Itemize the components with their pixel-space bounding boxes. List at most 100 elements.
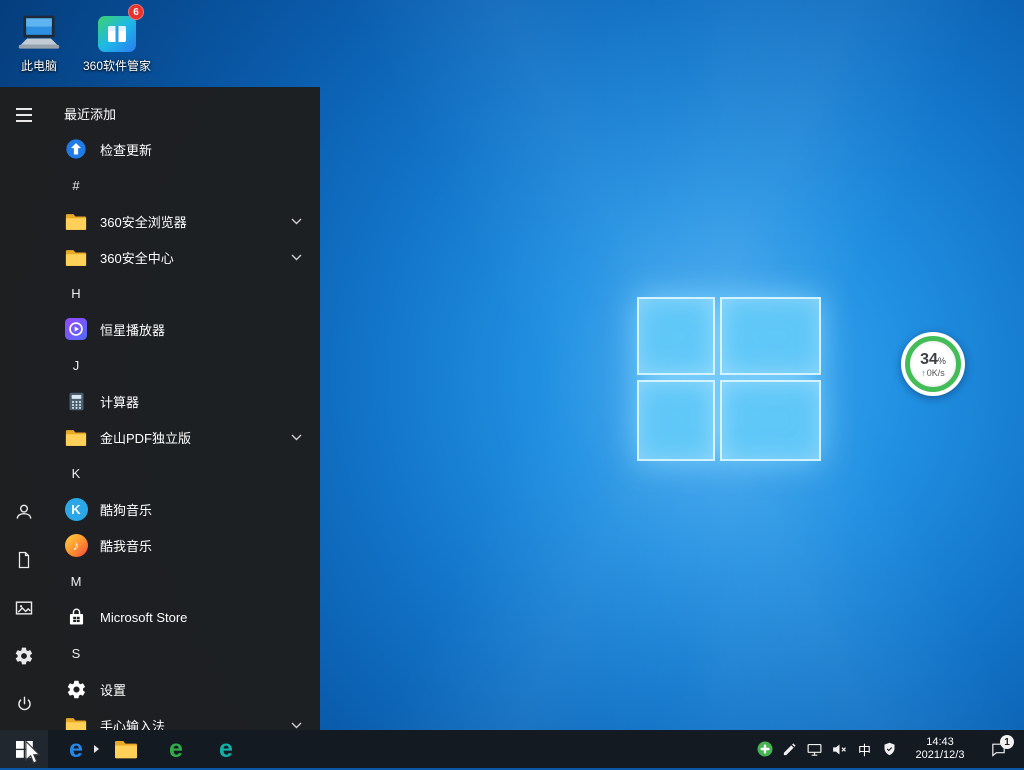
calculator-icon: [64, 389, 88, 413]
start-menu-item-kugou-music[interactable]: K 酷狗音乐: [48, 491, 320, 527]
start-menu-section-hash[interactable]: #: [48, 167, 320, 203]
folder-icon: [64, 713, 88, 730]
start-menu-app-list: 最近添加 检查更新 # 360安全浏览器 360安: [48, 87, 320, 730]
start-menu-item-calculator[interactable]: 计算器: [48, 383, 320, 419]
upload-arrow-icon: ↑: [921, 368, 926, 378]
start-menu-item-label: 恒星播放器: [100, 320, 165, 339]
user-account-button[interactable]: [0, 488, 48, 536]
action-center-button[interactable]: 1: [978, 730, 1018, 768]
start-menu-item-label: 手心输入法: [100, 716, 165, 731]
recently-added-header: 最近添加: [48, 95, 320, 131]
desktop-icon-label: 此电脑: [21, 59, 57, 73]
folder-icon: [64, 245, 88, 269]
folder-icon: [64, 209, 88, 233]
start-menu-item-hengxing-player[interactable]: 恒星播放器: [48, 311, 320, 347]
tray-360-safe-button[interactable]: [752, 730, 777, 768]
microsoft-store-icon: [64, 605, 88, 629]
windows-logo-pane: [720, 297, 821, 375]
hamburger-icon: [16, 108, 32, 122]
start-menu-section-k[interactable]: K: [48, 455, 320, 491]
user-icon: [14, 502, 34, 522]
this-pc-icon: [16, 10, 62, 56]
tray-volume-button[interactable]: [827, 730, 852, 768]
documents-button[interactable]: [0, 536, 48, 584]
start-menu-item-check-updates[interactable]: 检查更新: [48, 131, 320, 167]
taskbar-clock[interactable]: 14:43 2021/12/3: [902, 730, 978, 768]
taskbar-jumplist-arrow-icon: [94, 745, 99, 753]
folder-icon: [64, 425, 88, 449]
update-icon: [64, 137, 88, 161]
start-menu-item-360-browser[interactable]: 360安全浏览器: [48, 203, 320, 239]
section-letter: H: [64, 286, 88, 301]
power-icon: [15, 695, 34, 714]
desktop-icon-label: 360软件管家: [83, 59, 151, 73]
gear-icon: [14, 646, 34, 666]
pen-icon: [782, 742, 797, 757]
volume-muted-icon: [831, 741, 848, 758]
start-menu-rail: [0, 87, 48, 730]
network-speed: ↑0K/s: [921, 368, 945, 378]
start-menu-section-h[interactable]: H: [48, 275, 320, 311]
settings-button[interactable]: [0, 632, 48, 680]
start-menu-item-label: 酷狗音乐: [100, 500, 152, 519]
section-letter: M: [64, 574, 88, 589]
folder-icon: [114, 739, 138, 759]
start-menu-item-label: 酷我音乐: [100, 536, 152, 555]
360-safe-icon: [757, 741, 773, 757]
windows-start-icon: [16, 741, 33, 758]
start-menu-rail-bottom: [0, 488, 48, 728]
chevron-down-icon: [291, 218, 302, 225]
taskbar-file-explorer-button[interactable]: [101, 730, 151, 768]
start-menu-item-kingsoft-pdf[interactable]: 金山PDF独立版: [48, 419, 320, 455]
pictures-icon: [14, 598, 34, 618]
section-letter: S: [64, 646, 88, 661]
memory-usage: 34%: [920, 351, 946, 369]
desktop-icon-360-software-manager[interactable]: 6 360软件管家: [78, 10, 156, 73]
start-menu-section-s[interactable]: S: [48, 635, 320, 671]
tray-defender-button[interactable]: [877, 730, 902, 768]
360-speed-ball[interactable]: 34% ↑0K/s: [901, 332, 965, 396]
power-button[interactable]: [0, 680, 48, 728]
start-menu-item-label: 360安全中心: [100, 248, 174, 267]
section-letter: J: [64, 358, 88, 373]
start-menu-item-settings[interactable]: 设置: [48, 671, 320, 707]
tray-ime-button[interactable]: 中: [852, 730, 877, 768]
start-menu-item-microsoft-store[interactable]: Microsoft Store: [48, 599, 320, 635]
system-tray: 中 14:43 2021/12/3 1: [752, 730, 1024, 768]
kugou-music-icon: K: [64, 497, 88, 521]
network-icon: [806, 741, 823, 758]
start-menu-item-label: 金山PDF独立版: [100, 428, 191, 447]
start-menu-item-label: 设置: [100, 680, 126, 699]
clock-date: 2021/12/3: [916, 749, 965, 762]
taskbar: e e e 中 14:43 2021/12/3: [0, 730, 1024, 768]
taskbar-browser-button[interactable]: e: [201, 730, 251, 768]
windows-logo: [637, 297, 821, 461]
notification-badge: 6: [128, 4, 144, 20]
section-letter: #: [64, 178, 88, 193]
tray-pen-button[interactable]: [777, 730, 802, 768]
start-menu-section-m[interactable]: M: [48, 563, 320, 599]
edge-icon: e: [69, 737, 83, 762]
taskbar-360-browser-button[interactable]: e: [151, 730, 201, 768]
tray-network-button[interactable]: [802, 730, 827, 768]
start-menu-item-360-security-center[interactable]: 360安全中心: [48, 239, 320, 275]
chevron-down-icon: [291, 722, 302, 729]
section-letter: K: [64, 466, 88, 481]
start-menu-section-j[interactable]: J: [48, 347, 320, 383]
clock-time: 14:43: [926, 736, 954, 749]
start-menu-item-shouxin-ime[interactable]: 手心输入法: [48, 707, 320, 730]
360-software-manager-icon: 6: [94, 10, 140, 56]
media-player-icon: [64, 317, 88, 341]
start-menu-item-label: 检查更新: [100, 140, 152, 159]
windows-logo-pane: [637, 297, 715, 375]
start-menu: 最近添加 检查更新 # 360安全浏览器 360安: [0, 87, 320, 730]
pictures-button[interactable]: [0, 584, 48, 632]
start-menu-item-kuwo-music[interactable]: ♪ 酷我音乐: [48, 527, 320, 563]
start-button[interactable]: [0, 730, 48, 768]
gear-icon: [64, 677, 88, 701]
start-menu-item-label: 计算器: [100, 392, 139, 411]
start-menu-expand-button[interactable]: [0, 91, 48, 139]
desktop-icon-this-pc[interactable]: 此电脑: [0, 10, 78, 73]
ime-indicator: 中: [858, 740, 871, 759]
kuwo-music-icon: ♪: [64, 533, 88, 557]
